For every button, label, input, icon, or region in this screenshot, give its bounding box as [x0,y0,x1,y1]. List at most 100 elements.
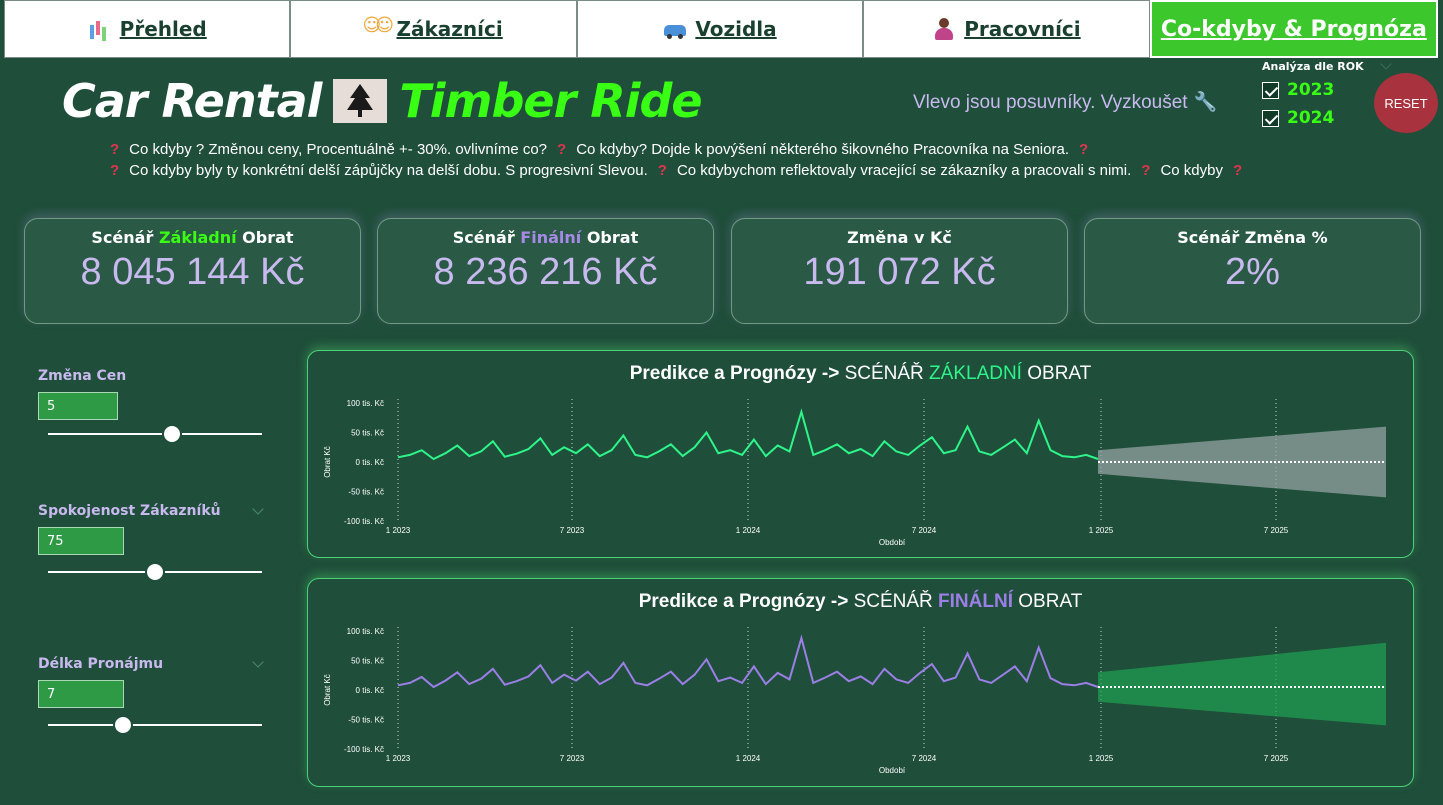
slider-thumb[interactable] [112,715,133,735]
question-icon: ? [1079,141,1089,158]
question-text: Co kdyby byly ty konkrétní delší zápůjčk… [129,162,648,179]
chart-title-bold: Predikce a Prognózy -> [638,591,849,612]
kpi-value: 2% [1225,251,1280,293]
kpi-title: Scénář Změna % [1177,228,1328,247]
y-axis-label: Obrat Kč [323,674,332,706]
question-icon: ? [657,162,667,179]
kpi-title-pre: Scénář [91,228,159,247]
question-line-1: ? Co kdyby ? Změnou ceny, Procentuálně +-… [100,141,1098,158]
slider-thumb[interactable] [145,562,165,582]
slider-zmena-cen: Změna Cen 5 [38,368,268,444]
y-tick-label: 100 tis. Kč [347,399,384,408]
y-tick-label: 0 tis. Kč [356,686,384,695]
x-axis-label: Období [879,766,906,775]
slider-title: Délka Pronájmu [38,656,164,672]
y-tick-label: -100 tis. Kč [344,517,384,526]
kpi-title-highlight: Základní [158,228,237,247]
x-tick-label: 1 2023 [386,754,411,763]
year-label: 2024 [1287,108,1335,128]
slider-value-input[interactable]: 75 [38,527,124,555]
tab-pracovnici[interactable]: Pracovníci [863,0,1150,58]
question-text: Co kdyby ? Změnou ceny, Procentuálně +- … [129,141,548,158]
reset-button[interactable]: RESET [1374,73,1438,133]
chart-title-highlight: FINÁLNÍ [938,591,1013,612]
kpi-title-highlight: Finální [520,228,582,247]
app-title: Car Rental Timber Ride [62,70,703,132]
slider-thumb[interactable] [162,424,183,444]
wrench-icon: 🔧 [1193,92,1218,113]
y-tick-label: -50 tis. Kč [348,716,384,725]
x-tick-label: 7 2025 [1264,754,1289,763]
slider-delka-pronajmu: Délka Pronájmu 7 [38,656,268,735]
x-tick-label: 1 2024 [736,526,761,535]
question-icon: ? [557,141,567,158]
kpi-value: 191 072 Kč [803,251,996,293]
slider-title: Změna Cen [38,368,127,384]
slider-track[interactable] [48,424,262,444]
kpi-zmena-procent: Scénář Změna % 2% [1084,218,1421,324]
chart-title-post: OBRAT [1018,591,1083,612]
chart-title: Predikce a Prognózy -> SCÉNÁŘ ZÁKLADNÍ O… [308,363,1413,385]
question-text: Co kdybychom reflektovaly vracející se z… [676,162,1132,179]
y-axis-label: Obrat Kč [323,446,332,478]
people-icon [362,15,388,41]
kpi-title-post: Obrat [581,228,639,247]
kpi-zmena-kc: Změna v Kč 191 072 Kč [731,218,1068,324]
kpi-finalni-obrat: Scénář Finální Obrat 8 236 216 Kč [377,218,714,324]
x-tick-label: 1 2023 [386,526,411,535]
checkbox-2024[interactable] [1262,109,1279,127]
question-icon: ? [1141,162,1151,179]
tab-label: Pracovníci [964,17,1081,41]
x-tick-label: 1 2025 [1089,754,1114,763]
chart-panel-finalni: 100 tis. Kč 50 tis. Kč 0 tis. Kč -50 tis. K… [307,578,1414,787]
x-tick-label: 7 2025 [1264,526,1289,535]
y-tick-label: 50 tis. Kč [351,429,384,438]
question-icon: ? [1233,162,1243,179]
slider-value-input[interactable]: 5 [38,392,118,420]
tab-label: Co-kdyby & Prognóza [1160,16,1427,42]
chart-panel-zakladni: 100 tis. Kč 50 tis. Kč 0 tis. Kč -50 tis. K… [307,350,1414,558]
year-option-2023[interactable]: 2023 [1262,79,1392,101]
car-icon [663,17,687,41]
tab-vozidla[interactable]: Vozidla [576,0,864,58]
chart-title-post: OBRAT [1027,363,1092,384]
year-filter-title: Analýza dle ROK [1262,60,1364,73]
x-tick-label: 7 2024 [912,754,937,763]
tab-prehled[interactable]: Přehled [4,0,291,58]
slider-spokojenost: Spokojenost Zákazníků 75 [38,503,268,582]
tab-label: Zákazníci [396,17,503,41]
tree-logo-icon [333,79,388,123]
y-tick-label: 0 tis. Kč [356,458,384,467]
title-timber-ride: Timber Ride [399,74,702,128]
kpi-value: 8 045 144 Kč [80,251,305,293]
x-tick-label: 7 2023 [560,754,585,763]
worker-icon [932,17,956,41]
y-tick-label: -100 tis. Kč [344,745,384,754]
y-tick-label: 100 tis. Kč [347,627,384,636]
slider-hint: Vlevo jsou posuvníky. Vyzkoušet 🔧 [913,90,1217,114]
question-icon: ? [110,162,120,179]
year-option-2024[interactable]: 2024 [1262,107,1392,129]
kpi-title: Scénář Finální Obrat [378,228,713,247]
slider-value-input[interactable]: 7 [38,680,124,708]
x-axis-label: Období [879,538,906,547]
forecast-band [1098,642,1386,726]
chart-title-pre: SCÉNÁŘ [844,363,924,384]
tab-label: Přehled [119,17,207,41]
tab-zakaznici[interactable]: Zákazníci [290,0,577,58]
x-tick-label: 1 2025 [1089,526,1114,535]
year-filter: Analýza dle ROK 2023 2024 [1262,58,1392,129]
x-tick-label: 7 2023 [560,526,585,535]
slider-track[interactable] [48,562,262,582]
slider-track[interactable] [48,715,262,735]
kpi-value: 8 236 216 Kč [433,251,658,293]
question-text: Co kdyby? Dojde k povýšení některého šik… [576,141,1069,158]
hint-text: Vlevo jsou posuvníky. Vyzkoušet [913,92,1188,113]
question-text: Co kdyby [1160,162,1223,179]
question-icon: ? [110,141,120,158]
kpi-zakladni-obrat: Scénář Základní Obrat 8 045 144 Kč [24,218,361,324]
checkbox-2023[interactable] [1262,81,1279,99]
tab-co-kdyby[interactable]: Co-kdyby & Prognóza [1149,0,1439,58]
chart-title: Predikce a Prognózy -> SCÉNÁŘ FINÁLNÍ OB… [308,591,1413,613]
question-line-2: ? Co kdyby byly ty konkrétní delší zápůjč… [100,162,1252,179]
